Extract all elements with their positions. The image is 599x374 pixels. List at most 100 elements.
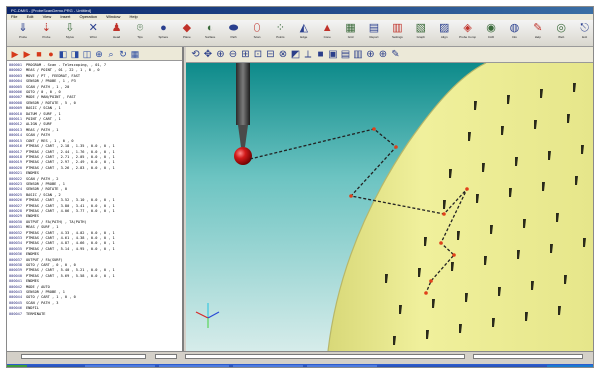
line-number: 000044 xyxy=(9,295,22,300)
line-text: SENSOR / ROTATE , 0 xyxy=(25,187,68,192)
view-front-icon[interactable]: ▥ xyxy=(353,49,364,60)
zoom-out-icon[interactable]: ⊖ xyxy=(228,49,239,60)
toolbar-button[interactable]: ⇓ Probe xyxy=(10,22,36,46)
toolbar-button[interactable]: ♟ Head xyxy=(104,22,130,46)
view-split-icon[interactable]: ◫ xyxy=(82,49,92,59)
toolbar-button[interactable]: ✎ Help xyxy=(525,22,551,46)
command-field[interactable] xyxy=(21,354,146,359)
taskbar-item[interactable] xyxy=(307,365,377,367)
line-number: 000009 xyxy=(9,106,22,111)
search-icon[interactable]: ⌕ xyxy=(106,49,116,59)
menu-edit[interactable]: Edit xyxy=(27,14,34,19)
refresh-icon[interactable]: ↻ xyxy=(118,49,128,59)
units-field[interactable] xyxy=(473,354,583,359)
toolbar-button[interactable]: ▲ Cone xyxy=(314,22,340,46)
execute-icon[interactable]: ▶ xyxy=(10,49,20,59)
record-icon[interactable]: ● xyxy=(46,49,56,59)
zoom-in-icon[interactable]: ⊕ xyxy=(215,49,226,60)
code-line[interactable]: 000047 TERMINATE xyxy=(9,312,181,317)
zoom-icon[interactable]: ⊕ xyxy=(365,49,376,60)
scan-point-marker[interactable] xyxy=(394,145,398,149)
zoom-icon[interactable]: ⊕ xyxy=(94,49,104,59)
toolbar-button[interactable]: ▦ Grid xyxy=(338,22,364,46)
toolbar-button-label: Scan xyxy=(253,35,261,39)
line-number: 000037 xyxy=(9,257,22,262)
shade-icon[interactable]: ■ xyxy=(315,49,326,60)
line-text: ENDMES xyxy=(25,171,39,176)
graphics-display[interactable] xyxy=(186,63,594,351)
menu-insert[interactable]: Insert xyxy=(60,14,70,19)
sphere-icon: ● xyxy=(160,22,167,34)
line-number: 000032 xyxy=(9,230,22,235)
toolbar-button[interactable]: ◭ Edge xyxy=(291,22,317,46)
stop-icon[interactable]: ■ xyxy=(34,49,44,59)
scan-point-marker[interactable] xyxy=(429,279,433,283)
measure-icon[interactable]: ◩ xyxy=(290,49,301,60)
toolbar-button[interactable]: ▤ Report xyxy=(361,22,387,46)
toolbar-button[interactable]: ▨ Align xyxy=(431,22,457,46)
toolbar-button[interactable]: ⇣ Probe xyxy=(33,22,59,46)
program-listing[interactable]: 000001 PROGRAM - Scan - Telescoping, , 01… xyxy=(9,63,181,349)
taskbar-item[interactable] xyxy=(233,365,303,367)
menu-file[interactable]: File xyxy=(11,14,17,19)
zoom-extents-icon[interactable]: ⊡ xyxy=(253,49,264,60)
line-text: ENDMES xyxy=(25,214,39,219)
toolbar-button[interactable]: ◍ Info xyxy=(501,22,527,46)
scan-point-marker[interactable] xyxy=(442,212,446,216)
grid-icon[interactable]: ▦ xyxy=(130,49,140,59)
status-area xyxy=(7,351,593,367)
blank-icon[interactable]: ◨ xyxy=(70,49,80,59)
toolbar-button[interactable]: ◈ Probe Comp xyxy=(455,22,481,46)
toolbar-button[interactable]: ⁘ Points xyxy=(267,22,293,46)
stylus-icon: ⇩ xyxy=(65,22,75,34)
axis-icon[interactable]: ⟂ xyxy=(303,49,314,60)
toolbar-button[interactable]: ▥ Settings xyxy=(384,22,410,46)
pan-icon[interactable]: ✥ xyxy=(203,49,214,60)
line-text: SENSOR / PROBE , 1 , P3 xyxy=(25,79,76,84)
taskbar-item[interactable] xyxy=(85,365,155,367)
toolbar-button[interactable]: ● Sphere xyxy=(150,22,176,46)
toolbar-button[interactable]: ◐ Surface xyxy=(197,22,223,46)
scan-point-marker[interactable] xyxy=(452,253,456,257)
scan-point-marker[interactable] xyxy=(424,291,428,295)
taskbar-item[interactable] xyxy=(159,365,229,367)
target-icon[interactable]: ⊗ xyxy=(278,49,289,60)
toolbar-button[interactable]: ◉ CAD xyxy=(478,22,504,46)
toolbar-button[interactable]: ⌾ Tips xyxy=(127,22,153,46)
menu-help[interactable]: Help xyxy=(130,14,138,19)
wireframe-icon[interactable]: ▣ xyxy=(328,49,339,60)
scan-point-marker[interactable] xyxy=(439,241,443,245)
part-surface[interactable] xyxy=(328,63,594,351)
view-top-icon[interactable]: ▤ xyxy=(340,49,351,60)
probe-tip[interactable] xyxy=(234,147,252,165)
scan-point-marker[interactable] xyxy=(465,187,469,191)
execute-from-cursor-icon[interactable]: ▶ xyxy=(22,49,32,59)
rotate-icon[interactable]: ⟲ xyxy=(190,49,201,60)
mode-icon[interactable]: ◧ xyxy=(58,49,68,59)
toolbar-button[interactable]: ⬬ Path xyxy=(221,22,247,46)
scan-point-marker[interactable] xyxy=(349,194,353,198)
line-number: 000026 xyxy=(9,198,22,203)
toolbar-button[interactable]: ◎ Web xyxy=(548,22,574,46)
menu-window[interactable]: Window xyxy=(106,14,120,19)
toolbar-button[interactable]: ⇩ Stylus xyxy=(57,22,83,46)
toolbar-button[interactable]: ◆ Plane xyxy=(174,22,200,46)
edit-icon[interactable]: ✎ xyxy=(390,49,401,60)
probe-head-icon: ♟ xyxy=(111,22,122,34)
toolbar-button[interactable]: ⎋ Exit xyxy=(572,22,593,46)
menu-operation[interactable]: Operation xyxy=(79,14,97,19)
toolbar-button[interactable]: ▧ Graph xyxy=(408,22,434,46)
zoom-icon[interactable]: ⊕ xyxy=(378,49,389,60)
zoom-window-icon[interactable]: ⊞ xyxy=(240,49,251,60)
line-number: 000040 xyxy=(9,273,22,278)
scan-point-marker[interactable] xyxy=(372,127,376,131)
toolbar-button[interactable]: ✕ Wrist xyxy=(80,22,106,46)
mode-field[interactable] xyxy=(155,354,177,359)
start-button[interactable] xyxy=(7,365,27,367)
toolbar-button[interactable]: ⬯ Scan xyxy=(244,22,270,46)
zoom-previous-icon[interactable]: ⊟ xyxy=(265,49,276,60)
line-text: DATUM / SURF , 1 xyxy=(25,111,61,116)
line-number: 000015 xyxy=(9,138,22,143)
line-text: MODE / AUTO xyxy=(25,284,50,289)
menu-view[interactable]: View xyxy=(43,14,52,19)
